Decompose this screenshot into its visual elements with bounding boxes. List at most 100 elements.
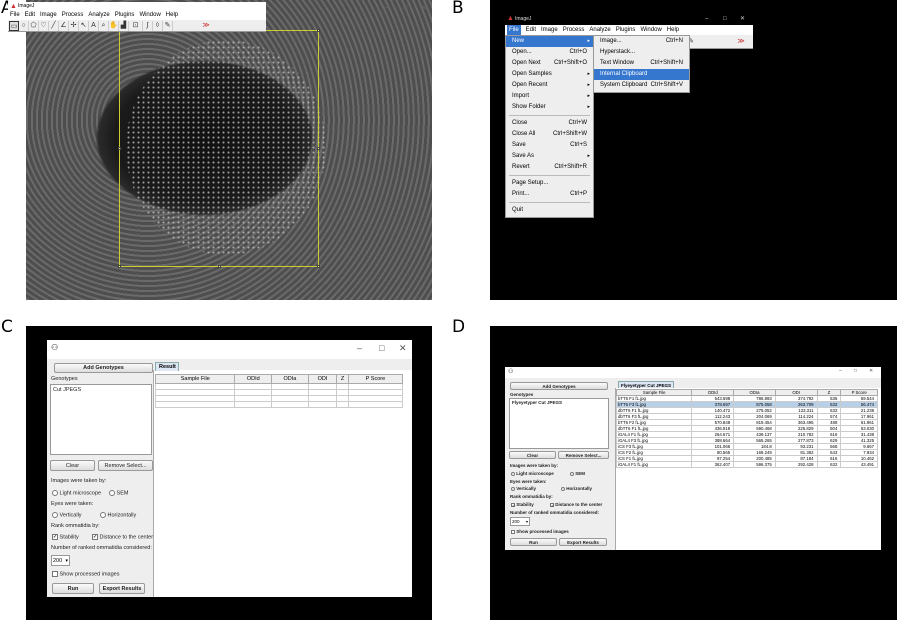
column-header[interactable]: ODIa — [271, 374, 309, 384]
add-genotypes-button[interactable]: Add Genotypes — [54, 363, 153, 373]
clear-button[interactable]: Clear — [50, 460, 95, 471]
run-button[interactable]: Run — [510, 538, 557, 546]
distance-center-checkbox[interactable]: ✓ Distance to the center — [92, 534, 153, 540]
close-icon[interactable]: ✕ — [421, 4, 427, 12]
menu-item-close[interactable]: Close Ctrl+W — [506, 118, 593, 129]
close-icon[interactable]: ✕ — [869, 368, 873, 374]
rectangle-tool-icon[interactable]: ▭ — [9, 20, 19, 31]
flood-tool-icon[interactable]: ◊ — [153, 20, 163, 31]
menu-edit[interactable]: Edit — [25, 11, 35, 20]
light-microscope-radio[interactable]: Light microscope — [511, 471, 554, 476]
column-header[interactable]: ODId — [234, 374, 273, 384]
sem-radio[interactable]: SEM — [570, 471, 585, 476]
dropper-tool-icon[interactable]: ▟ — [119, 20, 129, 31]
point-tool-icon[interactable]: ✢ — [69, 20, 79, 31]
menu-item-show-folder[interactable]: Show Folder ▸ — [506, 102, 593, 113]
more-tools-icon[interactable]: ≫ — [201, 21, 211, 31]
add-genotypes-button[interactable]: Add Genotypes — [510, 382, 608, 390]
menu-image[interactable]: Image — [40, 11, 57, 20]
export-results-button[interactable]: Export Results — [559, 538, 607, 546]
close-icon[interactable]: ✕ — [740, 14, 745, 25]
menu-item-system-clipboard[interactable]: System Clipboard Ctrl+Shift+V — [594, 80, 689, 91]
angle-tool-icon[interactable]: ∠ — [59, 20, 69, 31]
menu-item-open-samples[interactable]: Open Samples ▸ — [506, 69, 593, 80]
menu-process[interactable]: Process — [62, 11, 84, 20]
polygon-tool-icon[interactable]: ⬠ — [29, 20, 39, 31]
menu-item-open[interactable]: Open... Ctrl+O — [506, 47, 593, 58]
table-row[interactable]: iGAL4 F1 fL.jpg 362.407 596.375 292.428 632 4… — [615, 461, 878, 468]
minimize-icon[interactable]: – — [384, 4, 388, 11]
menu-file[interactable]: File — [507, 25, 521, 35]
menu-analyze[interactable]: Analyze — [88, 11, 109, 20]
stability-checkbox[interactable]: ✓ Stability — [52, 534, 79, 540]
menu-plugins[interactable]: Plugins — [115, 11, 135, 20]
roi-rectangle[interactable] — [118, 29, 320, 268]
menu-item-save[interactable]: Save Ctrl+S — [506, 140, 593, 151]
number-ranked-select[interactable]: 200 ▾ — [51, 555, 70, 566]
horizontally-radio[interactable]: Horizontally — [561, 486, 592, 491]
text-tool-icon[interactable]: A — [89, 20, 99, 31]
menu-item-image[interactable]: Image... Ctrl+N — [594, 36, 689, 47]
more-tools-icon[interactable]: ≫ — [736, 37, 746, 47]
column-header[interactable]: ODI — [307, 374, 338, 384]
wand-tool-icon[interactable]: ↖ — [79, 20, 89, 31]
show-processed-checkbox[interactable]: Show processed images — [511, 529, 569, 534]
menu-item-open-recent[interactable]: Open Recent ▸ — [506, 80, 593, 91]
menu-image[interactable]: Image — [541, 25, 558, 35]
freehand-tool-icon[interactable]: ♡ — [39, 20, 49, 31]
column-header[interactable]: Sample File — [154, 374, 236, 384]
maximize-icon[interactable]: □ — [403, 4, 407, 11]
pencil-tool-icon[interactable]: ✎ — [163, 20, 173, 31]
menu-analyze[interactable]: Analyze — [589, 25, 610, 35]
maximize-icon[interactable]: □ — [379, 343, 384, 353]
remove-selected-button[interactable]: Remove Select... — [98, 460, 153, 471]
menu-plugins[interactable]: Plugins — [616, 25, 636, 35]
brush-tool-icon[interactable]: ∫ — [143, 20, 153, 31]
menu-item-text-window[interactable]: Text Window Ctrl+Shift+N — [594, 58, 689, 69]
menu-item-open-next[interactable]: Open Next Ctrl+Shift+O — [506, 58, 593, 69]
minimize-icon[interactable]: – — [839, 368, 842, 374]
maximize-icon[interactable]: □ — [723, 14, 727, 25]
menu-item-import[interactable]: Import ▸ — [506, 91, 593, 102]
sem-radio[interactable]: SEM — [109, 490, 128, 496]
column-header[interactable]: Z — [336, 374, 349, 384]
horizontally-radio[interactable]: Horizontally — [100, 512, 136, 518]
list-item[interactable]: Cut JPEGS — [53, 387, 81, 393]
genotype-list[interactable]: Cut JPEGS — [50, 384, 152, 455]
menu-file[interactable]: File — [10, 11, 20, 20]
tab-result[interactable]: Result — [155, 362, 179, 371]
number-ranked-select[interactable]: 200 ▾ — [510, 517, 530, 526]
menu-edit[interactable]: Edit — [526, 25, 536, 35]
menu-item-quit[interactable]: Quit — [506, 205, 593, 216]
menu-window[interactable]: Window — [640, 25, 661, 35]
menu-item-save-as[interactable]: Save As ▸ — [506, 151, 593, 162]
close-icon[interactable]: ✕ — [399, 343, 407, 354]
clear-button[interactable]: Clear — [509, 451, 556, 459]
menu-window[interactable]: Window — [139, 11, 160, 20]
remove-selected-button[interactable]: Remove Select... — [558, 451, 609, 459]
dev-tool-icon[interactable]: ⊡ — [129, 20, 143, 31]
menu-help[interactable]: Help — [166, 11, 178, 20]
vertically-radio[interactable]: Vertically — [511, 486, 536, 491]
minimize-icon[interactable]: – — [705, 14, 708, 25]
menu-item-print[interactable]: Print... Ctrl+P — [506, 189, 593, 200]
light-microscope-radio[interactable]: Light microscope — [52, 490, 101, 496]
genotype-list[interactable]: Flyeyetyper Cut JPEGS — [509, 398, 609, 449]
menu-help[interactable]: Help — [667, 25, 679, 35]
show-processed-checkbox[interactable]: Show processed images — [52, 571, 119, 577]
menu-item-revert[interactable]: Revert Ctrl+Shift+R — [506, 162, 593, 173]
stability-checkbox[interactable]: ✓ Stability — [511, 502, 534, 507]
menu-item-hyperstack[interactable]: Hyperstack... — [594, 47, 689, 58]
menu-item-close-all[interactable]: Close All Ctrl+Shift+W — [506, 129, 593, 140]
menu-item-page-setup[interactable]: Page Setup... — [506, 178, 593, 189]
menu-item-internal-clipboard[interactable]: Internal Clipboard — [594, 69, 689, 80]
vertically-radio[interactable]: Vertically — [52, 512, 82, 518]
column-header[interactable]: P Score — [347, 374, 404, 384]
line-tool-icon[interactable]: ╱ — [49, 20, 59, 31]
table-row[interactable] — [154, 401, 404, 408]
tab-flyeyetyper-results[interactable]: Flyeyetyper Cut JPEGS — [618, 381, 674, 388]
micrograph-image[interactable] — [26, 0, 432, 300]
zoom-tool-icon[interactable]: ⌕ — [99, 20, 109, 31]
export-results-button[interactable]: Export Results — [99, 583, 145, 594]
maximize-icon[interactable]: □ — [854, 368, 857, 374]
